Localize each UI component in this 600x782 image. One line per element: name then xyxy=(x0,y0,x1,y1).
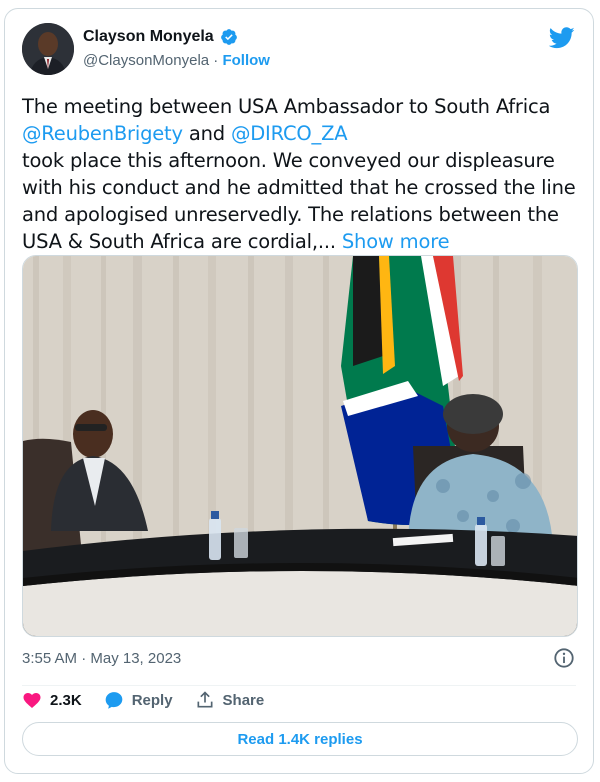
action-bar: 2.3K Reply Share xyxy=(22,690,264,710)
info-icon[interactable] xyxy=(553,647,575,669)
twitter-bird-icon[interactable] xyxy=(549,27,575,49)
tweet-photo[interactable] xyxy=(22,255,578,637)
reply-icon xyxy=(105,692,123,709)
tweet-body: took place this afternoon. We conveyed o… xyxy=(22,149,576,253)
share-icon xyxy=(197,691,213,708)
reply-label: Reply xyxy=(131,691,173,709)
tweet-timestamp[interactable]: 3:55 AM · May 13, 2023 xyxy=(22,650,181,667)
like-button[interactable]: 2.3K xyxy=(22,690,82,710)
show-more-link[interactable]: Show more xyxy=(342,230,450,253)
heart-icon xyxy=(23,693,41,708)
verified-badge-icon xyxy=(220,29,237,45)
avatar[interactable] xyxy=(22,23,74,75)
like-count: 2.3K xyxy=(50,691,82,709)
divider xyxy=(22,685,576,686)
author-handle-row: @ClaysonMonyela · Follow xyxy=(83,52,270,69)
follow-button[interactable]: Follow xyxy=(222,52,270,69)
reply-button[interactable]: Reply xyxy=(104,690,173,710)
share-button[interactable]: Share xyxy=(195,690,265,710)
read-replies-button[interactable]: Read 1.4K replies xyxy=(22,722,578,756)
author-name[interactable]: Clayson Monyela xyxy=(83,28,214,46)
separator-dot: · xyxy=(213,52,219,69)
share-label: Share xyxy=(222,691,265,709)
mention-reubenbrigety[interactable]: @ReubenBrigety xyxy=(22,122,183,145)
tweet-line1: The meeting between USA Ambassador to So… xyxy=(22,95,551,118)
mention-dirco-za[interactable]: @DIRCO_ZA xyxy=(231,122,348,145)
tweet-card: Clayson Monyela @ClaysonMonyela · Follow… xyxy=(4,8,594,774)
tweet-text: The meeting between USA Ambassador to So… xyxy=(22,93,582,255)
and-word: and xyxy=(182,122,231,145)
author-handle[interactable]: @ClaysonMonyela xyxy=(83,52,209,69)
